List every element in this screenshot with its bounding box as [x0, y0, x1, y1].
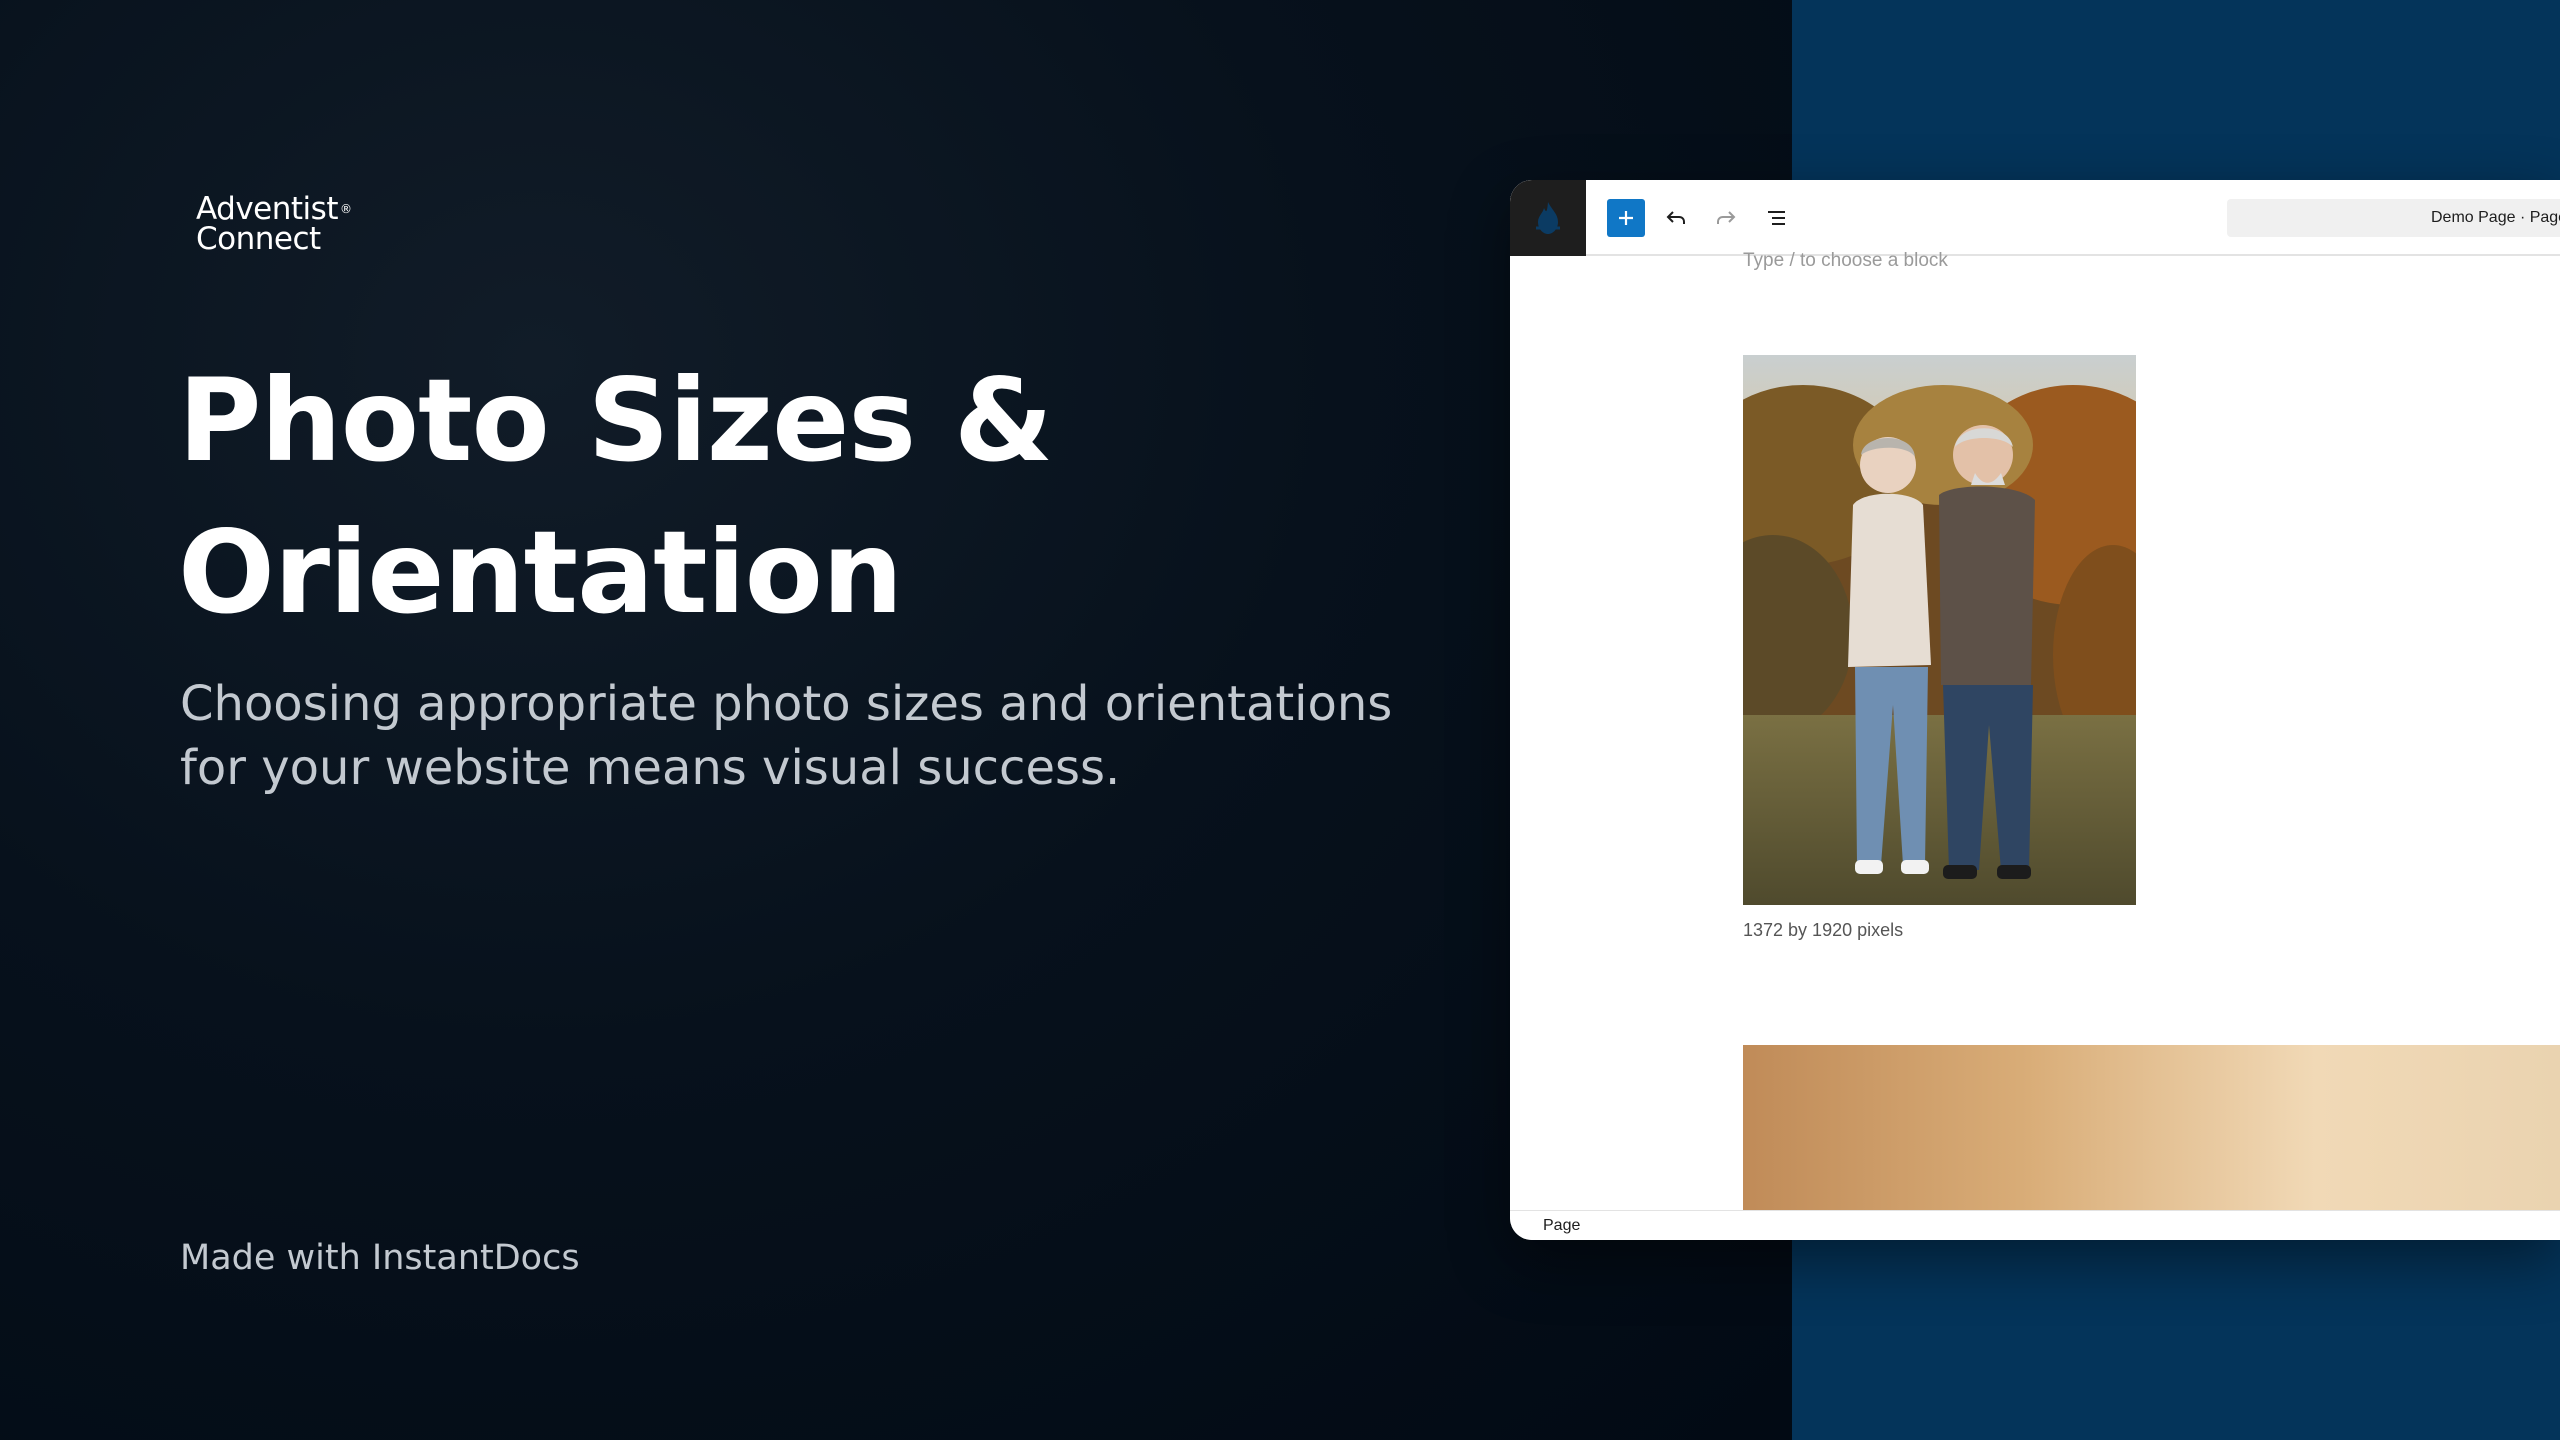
add-block-button[interactable] [1607, 199, 1645, 237]
title-line1: Photo Sizes & [178, 354, 1053, 487]
list-view-icon [1768, 211, 1785, 225]
block-placeholder[interactable]: Type / to choose a block [1743, 250, 1948, 272]
logo-registered-mark: ® [339, 202, 352, 216]
site-icon-button[interactable] [1510, 180, 1586, 256]
document-title-bar[interactable]: Demo Page · Page [2227, 199, 2560, 237]
photo-caption[interactable]: 1372 by 1920 pixels [1743, 920, 1903, 941]
undo-icon [1666, 211, 1685, 224]
editor-toolbar: Demo Page · Page [1510, 180, 2560, 256]
logo-line2: Connect [196, 221, 321, 257]
page-subtitle: Choosing appropriate photo sizes and ori… [180, 672, 1480, 800]
undo-button[interactable] [1657, 199, 1695, 237]
title-line2: Orientation [178, 506, 903, 639]
portrait-photo[interactable] [1743, 355, 2136, 905]
plus-icon [1619, 211, 1633, 225]
editor-window: Demo Page · Page Type / to choose a bloc… [1510, 180, 2560, 1240]
redo-button[interactable] [1707, 199, 1745, 237]
made-with-note: Made with InstantDocs [180, 1238, 580, 1278]
breadcrumb-page[interactable]: Page [1543, 1217, 1580, 1235]
subtitle-line1: Choosing appropriate photo sizes and ori… [180, 676, 1393, 732]
landscape-photo[interactable] [1743, 1045, 2560, 1210]
page-title: Photo Sizes & Orientation [178, 345, 1378, 649]
couple-photo-illustration [1743, 355, 2136, 905]
adventist-flame-icon [1536, 202, 1560, 234]
editor-statusbar: Page [1510, 1210, 2560, 1240]
redo-icon [1717, 211, 1736, 224]
subtitle-line2: for your website means visual success. [180, 740, 1121, 796]
list-view-button[interactable] [1758, 199, 1796, 237]
brand-logo: Adventist ® Connect [196, 194, 352, 257]
